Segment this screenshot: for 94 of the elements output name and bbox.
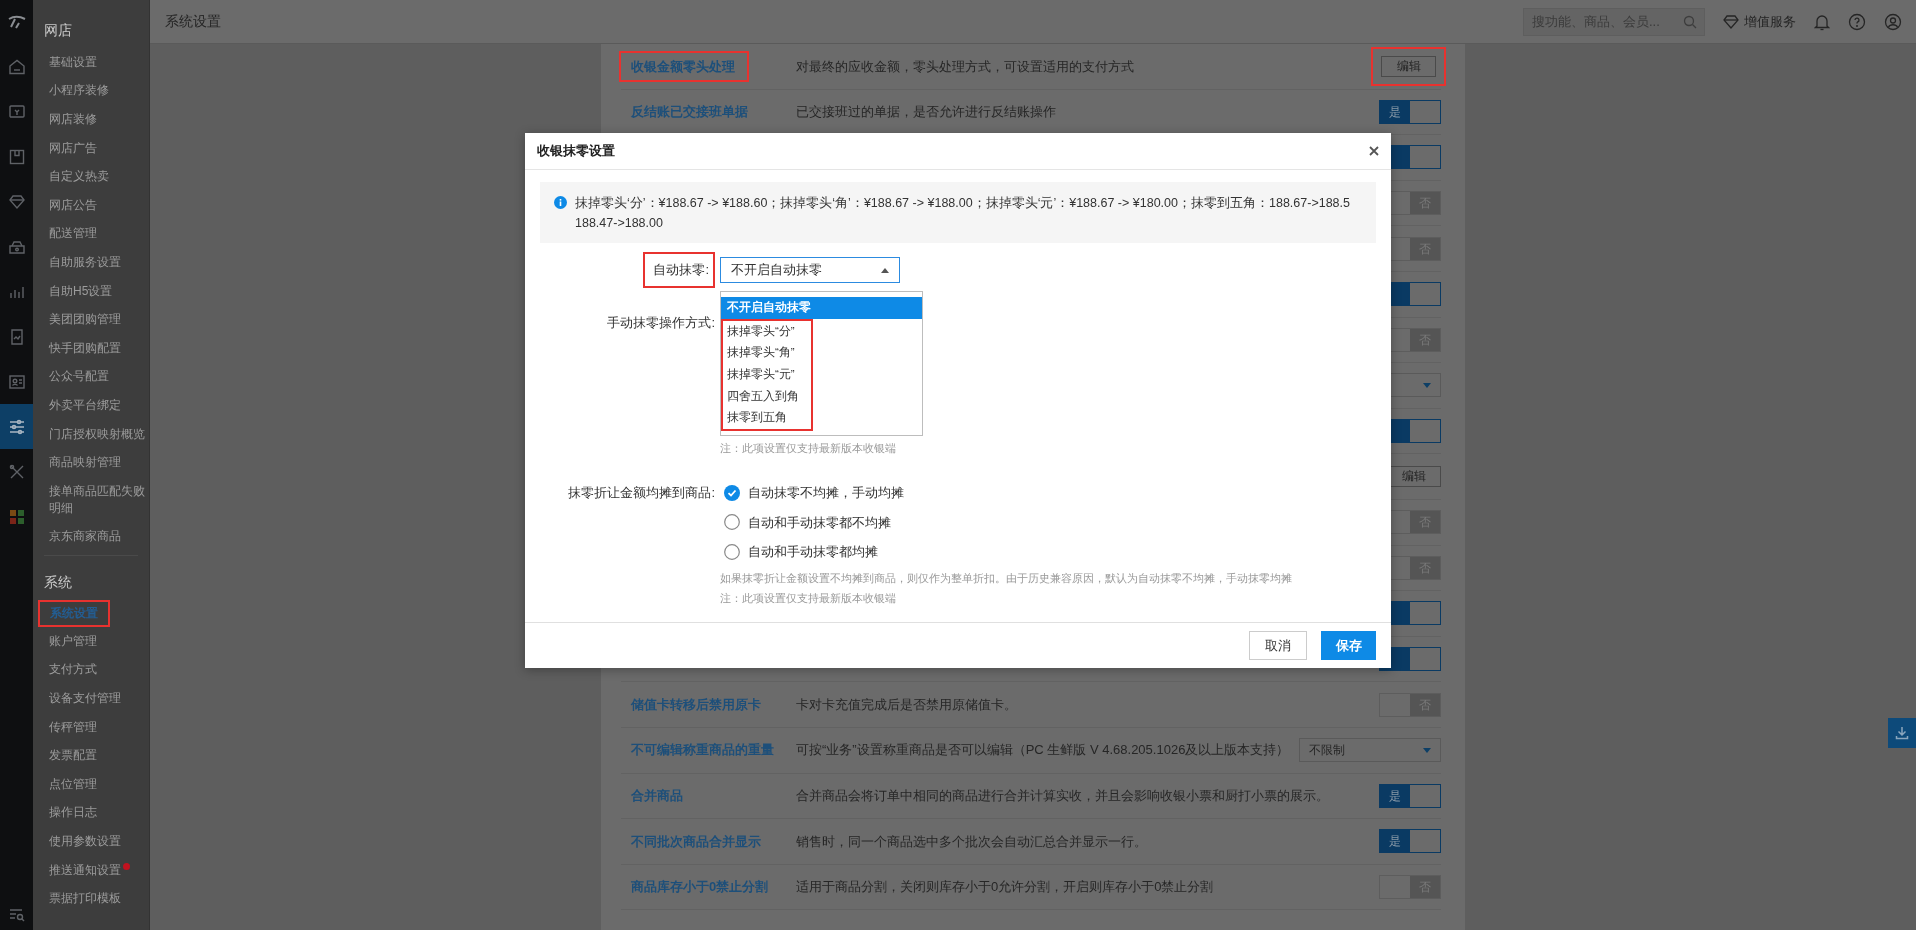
caret-icon (1423, 382, 1431, 388)
menu-item[interactable]: 京东商家商品 (33, 522, 149, 552)
menu-group-title: 系统 (43, 573, 73, 593)
info-icon (554, 196, 567, 209)
menu-item[interactable]: 支付方式 (33, 655, 149, 685)
field-label: 自动抹零: (643, 252, 715, 288)
menu-item[interactable]: 小程序装修 (33, 76, 149, 106)
search-icon[interactable] (1683, 14, 1697, 29)
bell-icon[interactable] (1814, 12, 1830, 31)
setting-title: 不可编辑称重商品的重量 (631, 742, 774, 758)
logo-icon[interactable] (6, 15, 27, 29)
save-button[interactable]: 保存 (1321, 631, 1376, 660)
menu-item[interactable]: 使用参数设置 (33, 827, 149, 856)
download-button[interactable] (1888, 718, 1916, 748)
radio-button[interactable] (724, 543, 740, 560)
toggle-switch[interactable]: 是 (1379, 783, 1441, 808)
dropdown-option[interactable]: 不开启自动抹零 (721, 297, 922, 319)
apps-icon (9, 509, 24, 524)
menu-item[interactable]: 发票配置 (33, 741, 149, 771)
menu-item[interactable]: 自定义热卖 (33, 162, 149, 191)
help-text: 注：此项设置仅支持最新版本收银端 (720, 591, 896, 604)
menu-item[interactable]: 自助H5设置 (33, 276, 149, 306)
setting-description: 合并商品会将订单中相同的商品进行合并计算实收，并且会影响收银小票和厨打小票的展示。 (796, 788, 1329, 804)
dropdown-option[interactable]: 四舍五入到角 (723, 385, 811, 408)
dropdown-field[interactable]: 不限制 (1299, 738, 1441, 763)
contact-card-icon (7, 372, 26, 391)
caret-icon (1423, 747, 1431, 753)
menu-item[interactable]: 设备支付管理 (33, 684, 149, 713)
setting-description: 适用于商品分割，关闭则库存小于0允许分割，开启则库存小于0禁止分割 (796, 879, 1214, 895)
menu-item[interactable]: 基础设置 (33, 48, 149, 77)
menu-item[interactable]: 推送通知设置 (33, 855, 149, 885)
dropdown-option[interactable]: 抹掉零头“分” (723, 320, 811, 343)
menu-item[interactable]: 美团团购管理 (33, 305, 149, 334)
radio-label[interactable]: 自动和手动抹零都均摊 (748, 542, 878, 562)
home-icon (7, 57, 26, 76)
menu-item[interactable]: 公众号配置 (33, 362, 149, 392)
radio-label[interactable]: 自动抹零不均摊，手动均摊 (748, 483, 904, 503)
menu-item[interactable]: 操作日志 (33, 798, 149, 828)
cancel-button[interactable]: 取消 (1249, 631, 1307, 660)
info-text: 抹掉零头‘分’：¥188.67 -> ¥188.60；抹掉零头‘角’：¥188.67 -> ¥188.00；抹掉零头‘元’：¥188.67 -> ¥180.00；抹零到五角：188.67->188.5 188.47->188.00 (575, 195, 1350, 232)
close-icon[interactable] (1369, 146, 1379, 156)
dialog-title: 收银抹零设置 (537, 142, 615, 161)
download-icon (1895, 726, 1909, 740)
radio-button[interactable] (724, 484, 740, 501)
menu-item[interactable]: 网店公告 (33, 190, 149, 220)
search-list-icon[interactable] (8, 908, 25, 922)
setting-title: 收银金额零头处理 (619, 50, 749, 83)
setting-title: 储值卡转移后禁用原卡 (631, 696, 761, 712)
setting-title: 不同批次商品合并显示 (631, 833, 761, 849)
menu-group-title: 网店 (43, 21, 73, 40)
page-title: 系统设置 (165, 12, 221, 31)
menu-item[interactable]: 快手团购配置 (33, 333, 149, 363)
toggle-switch[interactable]: 是 (1379, 99, 1441, 124)
tools-icon (7, 462, 26, 481)
dropdown-option[interactable]: 抹零到五角 (723, 407, 811, 430)
menu-item[interactable]: 票据打印模板 (33, 884, 149, 914)
caret-icon (881, 267, 889, 273)
notification-dot (123, 862, 130, 870)
dropdown-option[interactable]: 抹掉零头“元” (723, 364, 811, 386)
help-text: 注：此项设置仅支持最新版本收银端 (720, 442, 896, 454)
diamond-icon (1723, 14, 1739, 29)
menu-item[interactable]: 接单商品匹配失败明细 (33, 476, 149, 523)
setting-title: 合并商品 (631, 788, 683, 804)
field-label: 抹零折让金额均摊到商品: (568, 484, 715, 500)
box-icon (7, 147, 26, 166)
setting-description: 已交接班过的单据，是否允许进行反结账操作 (796, 104, 1056, 120)
menu-item[interactable]: 外卖平台绑定 (33, 391, 149, 420)
screen-icon (7, 102, 26, 121)
menu-item[interactable]: 网店广告 (33, 133, 149, 163)
dropdown-option[interactable]: 抹掉零头“角” (723, 342, 811, 365)
help-icon[interactable] (1848, 12, 1866, 31)
sliders-icon (7, 417, 26, 436)
menu-item[interactable]: 传秤管理 (33, 712, 149, 742)
menu-item[interactable]: 自助服务设置 (33, 248, 149, 277)
toggle-switch[interactable]: 是 (1379, 829, 1441, 854)
menu-item[interactable]: 网店装修 (33, 105, 149, 134)
field-label: 手动抹零操作方式: (607, 315, 715, 330)
radio-label[interactable]: 自动和手动抹零都不均摊 (748, 512, 891, 532)
setting-description: 卡对卡充值完成后是否禁用原储值卡。 (796, 696, 1017, 712)
setting-title: 反结账已交接班单据 (631, 104, 748, 120)
menu-item[interactable]: 账户管理 (33, 627, 149, 656)
menu-item[interactable]: 门店授权映射概览 (33, 419, 149, 449)
setting-description: 可按“业务”设置称重商品是否可以编辑（PC 生鲜版 V 4.68.205.1026及以上版本支持） (796, 742, 1290, 758)
setting-title: 商品库存小于0禁止分割 (631, 879, 769, 895)
radio-button[interactable] (724, 514, 740, 531)
menu-item[interactable]: 点位管理 (33, 770, 149, 799)
setting-description: 对最终的应收金额，零头处理方式，可设置适用的支付方式 (796, 58, 1134, 74)
help-text: 如果抹零折让金额设置不均摊到商品，则仅作为整单折扣。由于历史兼容原因，默认为自动抹零不均摊，手动抹零均摊 (720, 572, 1292, 584)
edit-button[interactable]: 编辑 (1371, 46, 1446, 86)
user-icon[interactable] (1884, 12, 1902, 31)
menu-item[interactable]: 配送管理 (33, 219, 149, 249)
diamond-icon (7, 192, 26, 211)
menu-item[interactable]: 商品映射管理 (33, 448, 149, 477)
service-link[interactable]: 增值服务 (1744, 11, 1796, 32)
